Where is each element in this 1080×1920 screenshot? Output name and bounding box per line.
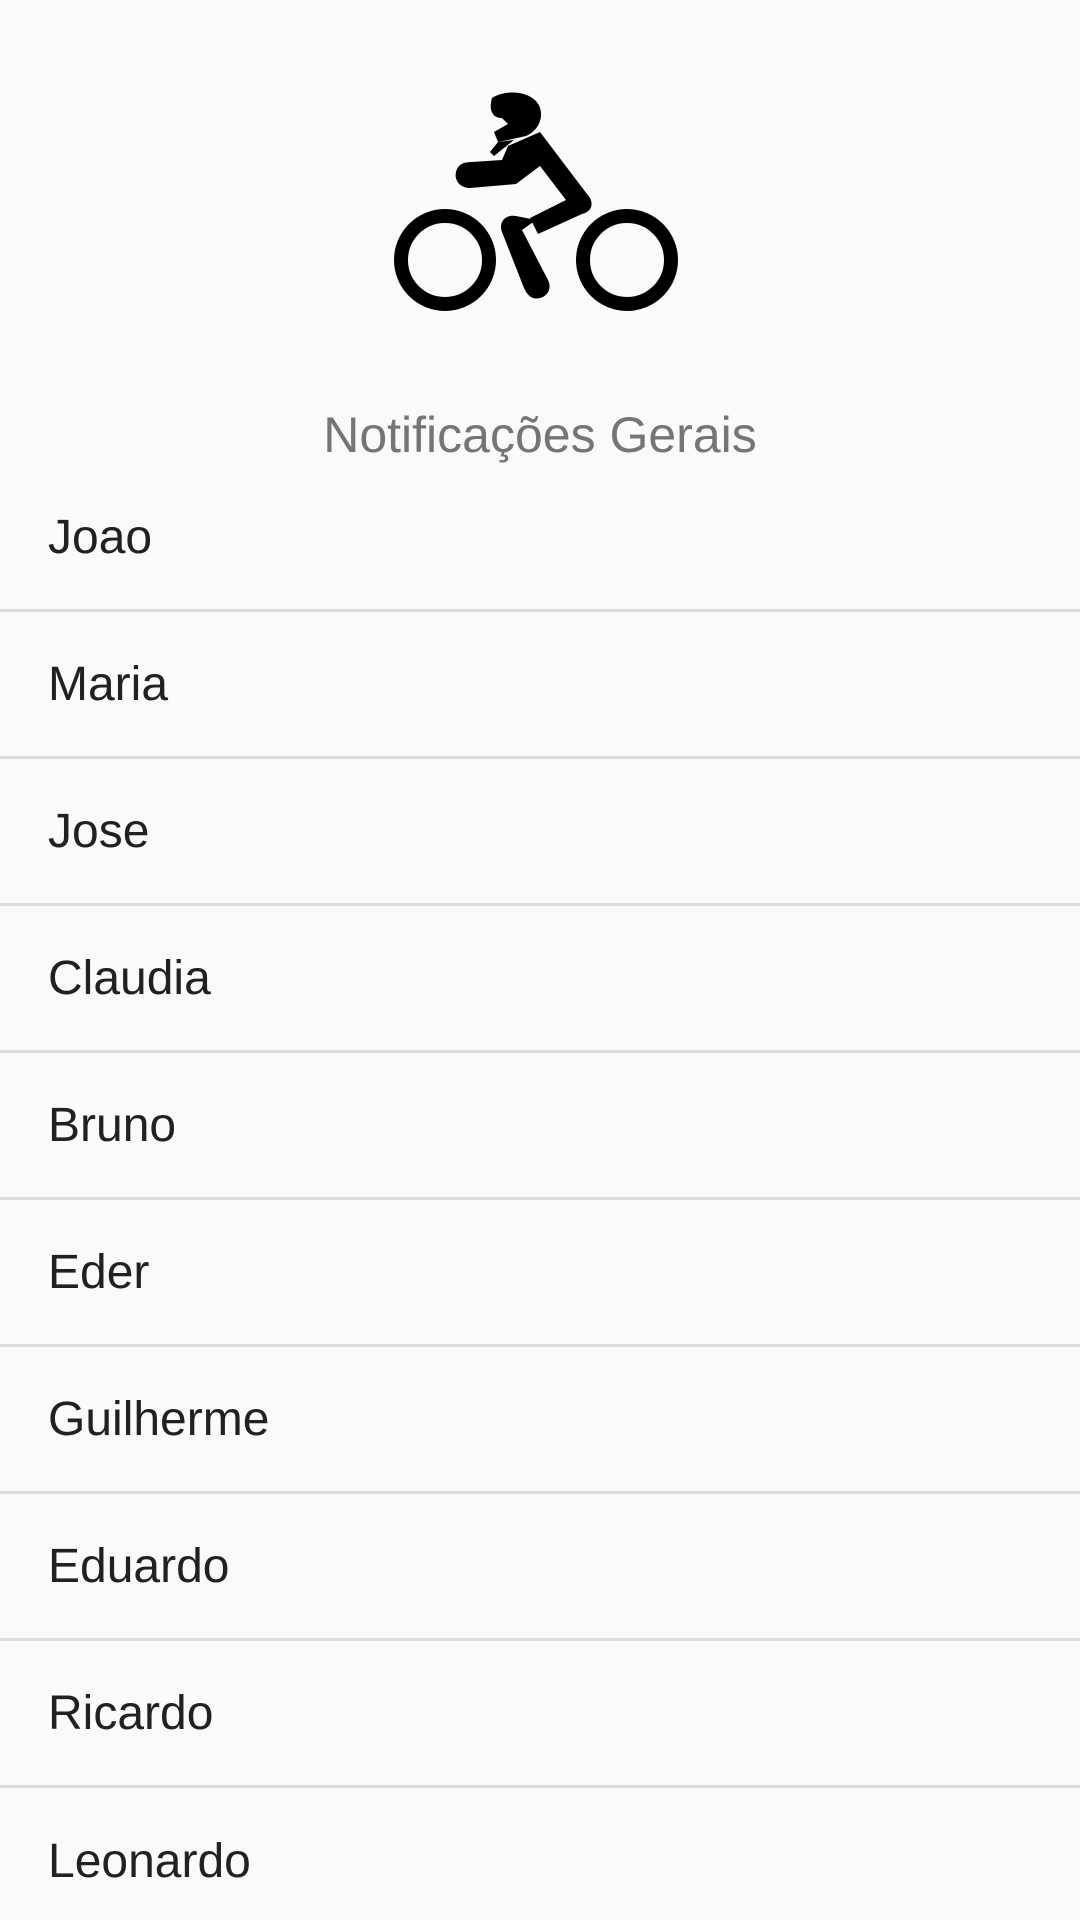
list-item-label: Guilherme (48, 1392, 270, 1446)
list-item[interactable]: Leonardo (0, 1788, 1080, 1920)
list-item[interactable]: Joao (0, 465, 1080, 612)
list-item[interactable]: Ricardo (0, 1641, 1080, 1788)
list-item-label: Eduardo (48, 1539, 230, 1593)
motorcycle-rider-icon (394, 92, 678, 311)
list-item[interactable]: Claudia (0, 906, 1080, 1053)
list-item-label: Ricardo (48, 1686, 214, 1740)
list-item[interactable]: Eder (0, 1200, 1080, 1347)
page-title: Notificações Gerais (323, 407, 757, 463)
list-item[interactable]: Eduardo (0, 1494, 1080, 1641)
list-item[interactable]: Jose (0, 759, 1080, 906)
list-item-label: Jose (48, 804, 150, 858)
list-item[interactable]: Maria (0, 612, 1080, 759)
list-item-label: Bruno (48, 1098, 177, 1152)
screen: Notificações Gerais Joao Maria Jose Claudia… (0, 0, 1080, 1920)
list-item-label: Claudia (48, 951, 211, 1005)
list-item-label: Leonardo (48, 1835, 251, 1888)
list-item-label: Maria (48, 657, 169, 711)
list-item[interactable]: Bruno (0, 1053, 1080, 1200)
list-item-label: Joao (48, 510, 153, 564)
list-item[interactable]: Guilherme (0, 1347, 1080, 1494)
names-list: Joao Maria Jose Claudia Bruno Eder Guilherme Ed… (0, 465, 1080, 1920)
list-item-label: Eder (48, 1245, 150, 1299)
